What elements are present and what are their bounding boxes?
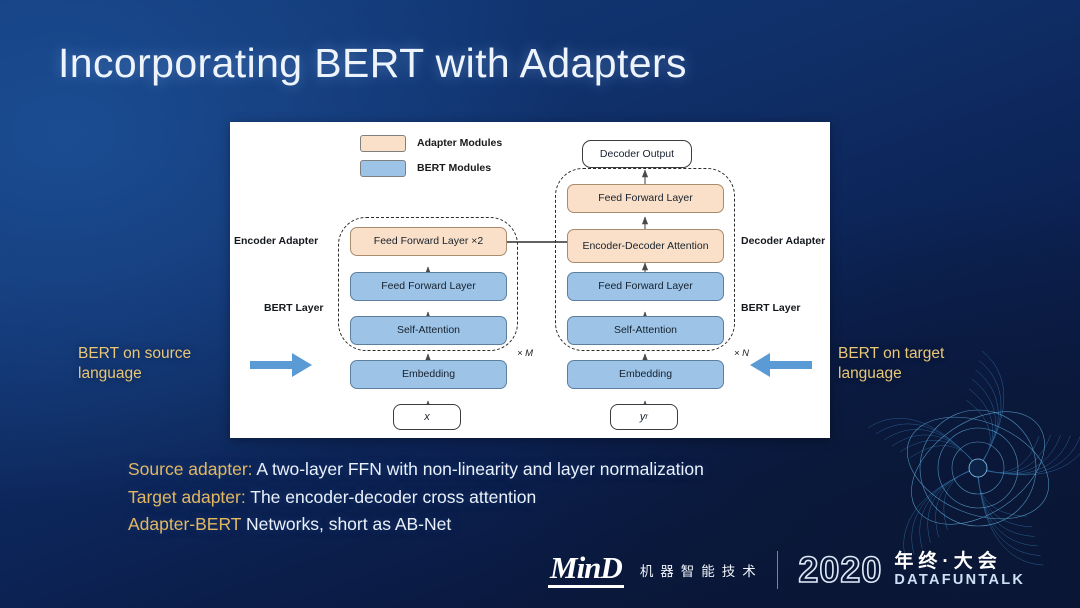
conference-name-en: DATAFUNTALK [894,571,1026,588]
legend-swatch-bert-icon [360,159,406,177]
decoder-ffn-node: Feed Forward Layer [567,272,724,301]
target-flow-arrow-icon [750,353,812,377]
decoder-cross-attention-node: Encoder-Decoder Attention [567,229,724,263]
decoder-input-node: yr [610,404,678,430]
footer-branding: MinD 机器智能技术 2020 年终·大会 DATAFUNTALK [548,546,1025,594]
decoder-adapter-label: Decoder Adapter [741,235,826,247]
encoder-adapter-label: Encoder Adapter [234,235,319,247]
source-language-caption: BERT on source language [78,345,192,383]
bullet-target-adapter-text: The encoder-decoder cross attention [245,486,537,507]
encoder-adapter-ffn-node: Feed Forward Layer ×2 [350,227,507,256]
legend-label-adapter: Adapter Modules [417,137,503,149]
bullet-ab-net: Adapter-BERT Networks, short as AB-Net [128,511,858,539]
presentation-slide: Incorporating BERT with Adapters Adapter… [0,0,1080,608]
connector-wires [424,169,649,413]
decoder-input-superscript: r [645,412,649,422]
bullet-source-adapter-key: Source adapter: [128,459,253,479]
decoder-output-node: Decoder Output [582,140,692,168]
decoder-embedding-node: Embedding [567,360,724,389]
diagram-panel: Adapter Modules BERT Modules Encoder Ada… [230,122,830,438]
slide-title: Incorporating BERT with Adapters [58,40,687,86]
bullet-target-adapter-key: Target adapter: [128,486,246,507]
diagram-legend: Adapter Modules BERT Modules [360,134,502,184]
legend-swatch-adapter-icon [360,134,406,152]
conference-year: 2020 [798,549,883,590]
legend-item-adapter: Adapter Modules [360,134,502,152]
encoder-input-node: x [393,404,461,430]
decoder-bert-label: BERT Layer [741,302,801,314]
encoder-self-attention-node: Self-Attention [350,316,507,345]
conference-name-block: 年终·大会 DATAFUNTALK [894,551,1025,588]
bullet-target-adapter: Target adapter: The encoder-decoder cros… [128,484,858,512]
decoder-self-attention-node: Self-Attention [567,316,724,345]
encoder-repeat-label: × M [517,348,534,359]
encoder-ffn-node: Feed Forward Layer [350,272,507,301]
bullet-source-adapter: Source adapter: A two-layer FFN with non… [128,456,858,484]
footer-divider [776,551,779,589]
bullet-ab-net-text: Networks, short as AB-Net [241,514,452,535]
encoder-embedding-node: Embedding [350,360,507,389]
bullet-ab-net-key: Adapter-BERT [128,514,242,535]
bullet-source-adapter-text: A two-layer FFN with non-linearity and l… [252,459,704,479]
encoder-bert-label: BERT Layer [264,302,324,314]
legend-label-bert: BERT Modules [417,162,492,174]
source-flow-arrow-icon [250,353,312,377]
legend-item-bert: BERT Modules [360,159,502,177]
bullet-list: Source adapter: A two-layer FFN with non… [128,456,858,539]
mind-logo: MinD [548,551,624,589]
decoder-adapter-ffn-node: Feed Forward Layer [567,184,724,213]
conference-name-cn: 年终·大会 [894,551,1002,573]
target-language-caption: BERT on target language [838,345,945,383]
mind-logo-subtitle: 机器智能技术 [639,564,763,579]
